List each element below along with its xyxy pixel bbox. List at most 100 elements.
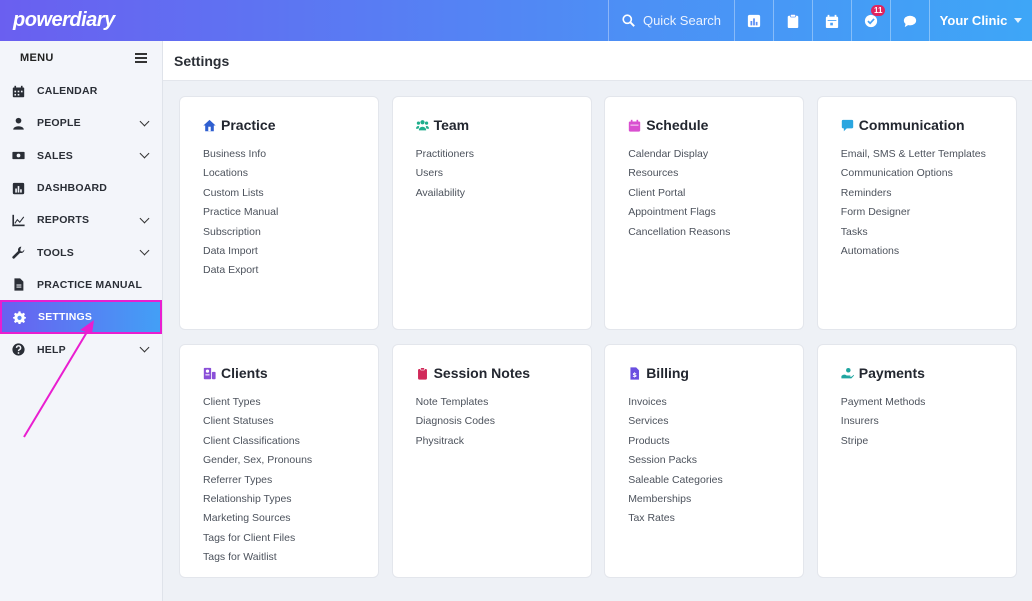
card-link[interactable]: Marketing Sources: [203, 509, 378, 528]
card-link[interactable]: Referrer Types: [203, 471, 378, 490]
tasks-button[interactable]: 11: [851, 0, 890, 41]
hamburger-icon[interactable]: [135, 53, 147, 63]
card-title: Clients: [203, 365, 378, 381]
card-link[interactable]: Tags for Client Files: [203, 529, 378, 548]
card-link[interactable]: Data Export: [203, 261, 378, 280]
card-link[interactable]: Client Portal: [628, 184, 803, 203]
sidebar-item-dashboard[interactable]: DASHBOARD: [0, 172, 162, 204]
sidebar-item-practice-manual[interactable]: PRACTICE MANUAL: [0, 269, 162, 301]
sidebar-item-label: CALENDAR: [37, 85, 98, 98]
card-link[interactable]: Resources: [628, 164, 803, 183]
chart-icon: [11, 213, 25, 227]
card-title: Communication: [841, 117, 1016, 133]
card-link[interactable]: Stripe: [841, 432, 1016, 451]
card-title: Practice: [203, 117, 378, 133]
card-link[interactable]: Physitrack: [416, 432, 591, 451]
card-link[interactable]: Client Classifications: [203, 432, 378, 451]
card-link[interactable]: Form Designer: [841, 203, 1016, 222]
card-link[interactable]: Calendar Display: [628, 145, 803, 164]
card-link[interactable]: Data Import: [203, 242, 378, 261]
card-link[interactable]: Users: [416, 164, 591, 183]
chevron-down-icon: [139, 245, 150, 256]
card-link[interactable]: Reminders: [841, 184, 1016, 203]
bar-chart-icon: [747, 14, 761, 27]
sidebar-item-tools[interactable]: TOOLS: [0, 236, 162, 268]
notification-badge: 11: [871, 5, 886, 16]
card-link[interactable]: Practitioners: [416, 145, 591, 164]
card-link[interactable]: Memberships: [628, 490, 803, 509]
card-link[interactable]: Session Packs: [628, 451, 803, 470]
messages-button[interactable]: [890, 0, 929, 41]
card-link[interactable]: Subscription: [203, 223, 378, 242]
quick-search-button[interactable]: Quick Search: [608, 0, 734, 41]
card-link[interactable]: Business Info: [203, 145, 378, 164]
reports-button[interactable]: [734, 0, 773, 41]
card-title-text: Clients: [221, 365, 268, 381]
communication-card: Communication Email, SMS & Letter Templa…: [816, 96, 1017, 330]
team-icon: [415, 119, 429, 130]
card-link[interactable]: Gender, Sex, Pronouns: [203, 451, 378, 470]
logo[interactable]: powerdiary: [0, 0, 163, 41]
card-link[interactable]: Tax Rates: [628, 509, 803, 528]
sidebar-item-label: REPORTS: [37, 214, 90, 227]
card-link[interactable]: Locations: [203, 164, 378, 183]
sidebar-item-label: SALES: [37, 149, 74, 162]
card-link[interactable]: Products: [628, 432, 803, 451]
sidebar-item-label: TOOLS: [37, 246, 74, 259]
card-link[interactable]: Saleable Categories: [628, 471, 803, 490]
menu-label: MENU: [20, 52, 54, 64]
invoice-icon: $: [630, 366, 640, 380]
sidebar-item-people[interactable]: PEOPLE: [0, 107, 162, 139]
card-link[interactable]: Email, SMS & Letter Templates: [841, 145, 1016, 164]
sidebar-item-settings[interactable]: SETTINGS: [0, 300, 162, 335]
hand-money-icon: [841, 367, 854, 378]
clinic-dropdown[interactable]: Your Clinic: [929, 0, 1032, 41]
card-link[interactable]: Communication Options: [841, 164, 1016, 183]
card-link[interactable]: Payment Methods: [841, 393, 1016, 412]
schedule-card: Schedule Calendar Display Resources Clie…: [604, 96, 805, 330]
card-title-text: Team: [433, 117, 470, 133]
card-link[interactable]: Cancellation Reasons: [628, 223, 803, 242]
top-bar: powerdiary Quick Search 11 Your Clinic: [0, 0, 1032, 41]
sidebar-item-sales[interactable]: SALES: [0, 140, 162, 172]
card-title-text: Billing: [646, 365, 689, 381]
card-link[interactable]: Practice Manual: [203, 203, 378, 222]
card-link[interactable]: Diagnosis Codes: [416, 412, 591, 431]
main-content: Settings Practice Business Info Location…: [163, 41, 1032, 601]
sidebar-item-label: SETTINGS: [38, 311, 93, 324]
card-link[interactable]: Client Statuses: [203, 412, 378, 431]
user-icon: [11, 116, 25, 130]
card-link[interactable]: Note Templates: [416, 393, 591, 412]
gear-icon: [12, 310, 26, 324]
card-link[interactable]: Invoices: [628, 393, 803, 412]
sidebar-item-reports[interactable]: REPORTS: [0, 204, 162, 236]
card-link[interactable]: Insurers: [841, 412, 1016, 431]
calendar-icon: [11, 84, 25, 98]
clipboard-button[interactable]: [773, 0, 812, 41]
settings-grid: Practice Business Info Locations Custom …: [179, 96, 1017, 578]
calendar-button[interactable]: [812, 0, 851, 41]
sidebar-item-label: PRACTICE MANUAL: [37, 278, 143, 291]
caret-down-icon: [1014, 18, 1023, 23]
card-link[interactable]: Services: [628, 412, 803, 431]
card-link[interactable]: Appointment Flags: [628, 203, 803, 222]
sidebar-item-help[interactable]: HELP: [0, 333, 162, 365]
clinic-label: Your Clinic: [939, 13, 1008, 28]
payments-card: Payments Payment Methods Insurers Stripe: [816, 344, 1017, 578]
sidebar-item-label: HELP: [37, 343, 66, 356]
card-link[interactable]: Tasks: [841, 223, 1016, 242]
card-link[interactable]: Tags for Waitlist: [203, 548, 378, 567]
card-link[interactable]: Relationship Types: [203, 490, 378, 509]
card-link[interactable]: Availability: [416, 184, 591, 203]
chevron-down-icon: [139, 148, 150, 159]
sidebar-item-calendar[interactable]: CALENDAR: [0, 75, 162, 107]
card-link[interactable]: Automations: [841, 242, 1016, 261]
card-title: Session Notes: [416, 365, 591, 381]
card-link[interactable]: Client Types: [203, 393, 378, 412]
document-icon: [11, 278, 25, 292]
practice-card: Practice Business Info Locations Custom …: [179, 96, 379, 330]
card-link[interactable]: Custom Lists: [203, 184, 378, 203]
clients-icon: [203, 367, 216, 379]
sidebar: MENU CALENDAR PEOPLE SALES DASHBOARD REP…: [0, 41, 163, 601]
